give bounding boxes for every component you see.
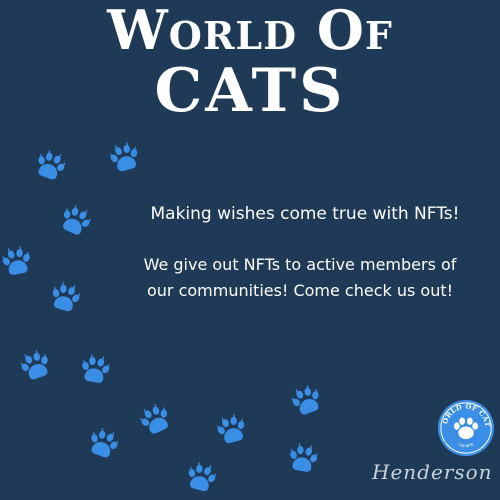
- signature: Henderson Y.: [372, 460, 500, 484]
- paw-print-icon: [285, 380, 329, 424]
- paw-print-icon: [104, 138, 146, 180]
- description: We give out NFTs to active members of ou…: [120, 252, 480, 304]
- paw-print-icon: [0, 243, 37, 282]
- paw-print-icon: [75, 351, 114, 390]
- cat-paw-logo-icon: WORLD OF CATS Cat NFTs: [437, 399, 495, 457]
- paw-print-icon: [44, 278, 86, 320]
- paw-print-icon: [180, 458, 222, 500]
- paw-print-icon: [133, 398, 178, 443]
- tagline: Making wishes come true with NFTs!: [150, 204, 460, 224]
- title-line-2: CATS: [154, 56, 346, 126]
- paw-print-icon: [211, 410, 253, 452]
- poster: World Of CATS Making wishes come true wi…: [0, 0, 500, 500]
- world-of-cats-logo: WORLD OF CATS Cat NFTs: [437, 399, 495, 457]
- description-line-1: We give out NFTs to active members of: [143, 255, 457, 274]
- title-line-1: World Of: [107, 0, 393, 62]
- paw-print-icon: [28, 145, 72, 189]
- paw-print-icon: [81, 423, 125, 467]
- paw-print-icon: [52, 199, 97, 244]
- paw-print-icon: [283, 440, 322, 479]
- paw-print-icon: [14, 345, 58, 389]
- description-line-2: our communities! Come check us out!: [146, 281, 454, 300]
